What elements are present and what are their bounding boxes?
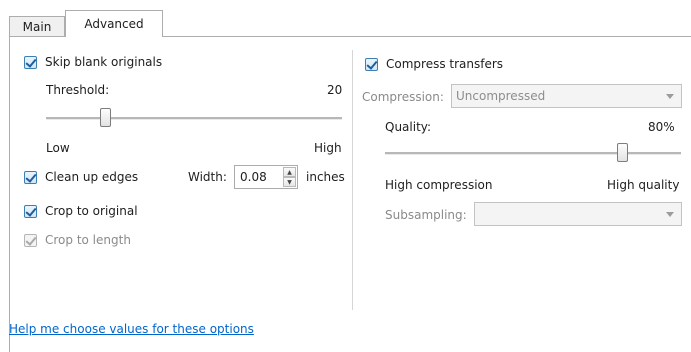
quality-value: 80% bbox=[648, 120, 675, 134]
width-spin-buttons: ▲ ▼ bbox=[283, 167, 296, 187]
tab-strip: Main Advanced bbox=[0, 0, 691, 37]
crop-original-checkbox[interactable] bbox=[24, 205, 37, 218]
clean-edges-checkbox[interactable] bbox=[24, 171, 37, 184]
help-link[interactable]: Help me choose values for these options bbox=[9, 322, 254, 336]
subsampling-label: Subsampling: bbox=[385, 208, 467, 222]
threshold-slider-track[interactable] bbox=[46, 117, 342, 120]
dropdown-arrow-icon bbox=[666, 94, 674, 99]
quality-low-label: High compression bbox=[385, 178, 493, 192]
threshold-slider-thumb[interactable] bbox=[100, 108, 111, 127]
width-spinbox[interactable]: 0.08 ▲ ▼ bbox=[234, 165, 298, 189]
threshold-high-label: High bbox=[314, 141, 342, 155]
clean-edges-label: Clean up edges bbox=[45, 170, 139, 184]
quality-slider-thumb[interactable] bbox=[617, 143, 628, 162]
threshold-value: 20 bbox=[327, 83, 343, 97]
width-label: Width: bbox=[188, 170, 227, 184]
width-unit-label: inches bbox=[306, 170, 345, 184]
subsampling-dropdown[interactable] bbox=[474, 202, 682, 226]
tab-main[interactable]: Main bbox=[9, 16, 65, 36]
dropdown-arrow-icon bbox=[666, 212, 674, 217]
tab-advanced[interactable]: Advanced bbox=[65, 10, 163, 37]
threshold-low-label: Low bbox=[46, 141, 70, 155]
quality-high-label: High quality bbox=[607, 178, 680, 192]
skip-blank-checkbox[interactable] bbox=[24, 56, 37, 69]
tab-main-label: Main bbox=[22, 19, 52, 34]
quality-slider-track[interactable] bbox=[385, 152, 681, 155]
threshold-label: Threshold: bbox=[46, 83, 110, 97]
compression-label: Compression: bbox=[362, 90, 444, 104]
compression-dropdown[interactable]: Uncompressed bbox=[451, 84, 682, 108]
chevron-down-icon[interactable]: ▼ bbox=[283, 177, 296, 187]
tab-advanced-label: Advanced bbox=[84, 17, 144, 31]
compress-transfers-label: Compress transfers bbox=[386, 57, 504, 71]
compression-value: Uncompressed bbox=[456, 89, 546, 103]
crop-original-label: Crop to original bbox=[45, 204, 138, 218]
column-divider bbox=[352, 50, 353, 310]
quality-label: Quality: bbox=[385, 120, 432, 134]
crop-length-label: Crop to length bbox=[45, 233, 131, 247]
compress-transfers-checkbox[interactable] bbox=[365, 58, 378, 71]
width-value: 0.08 bbox=[240, 170, 267, 184]
skip-blank-label: Skip blank originals bbox=[45, 55, 163, 69]
crop-length-checkbox[interactable] bbox=[24, 234, 37, 247]
chevron-up-icon[interactable]: ▲ bbox=[283, 167, 296, 177]
